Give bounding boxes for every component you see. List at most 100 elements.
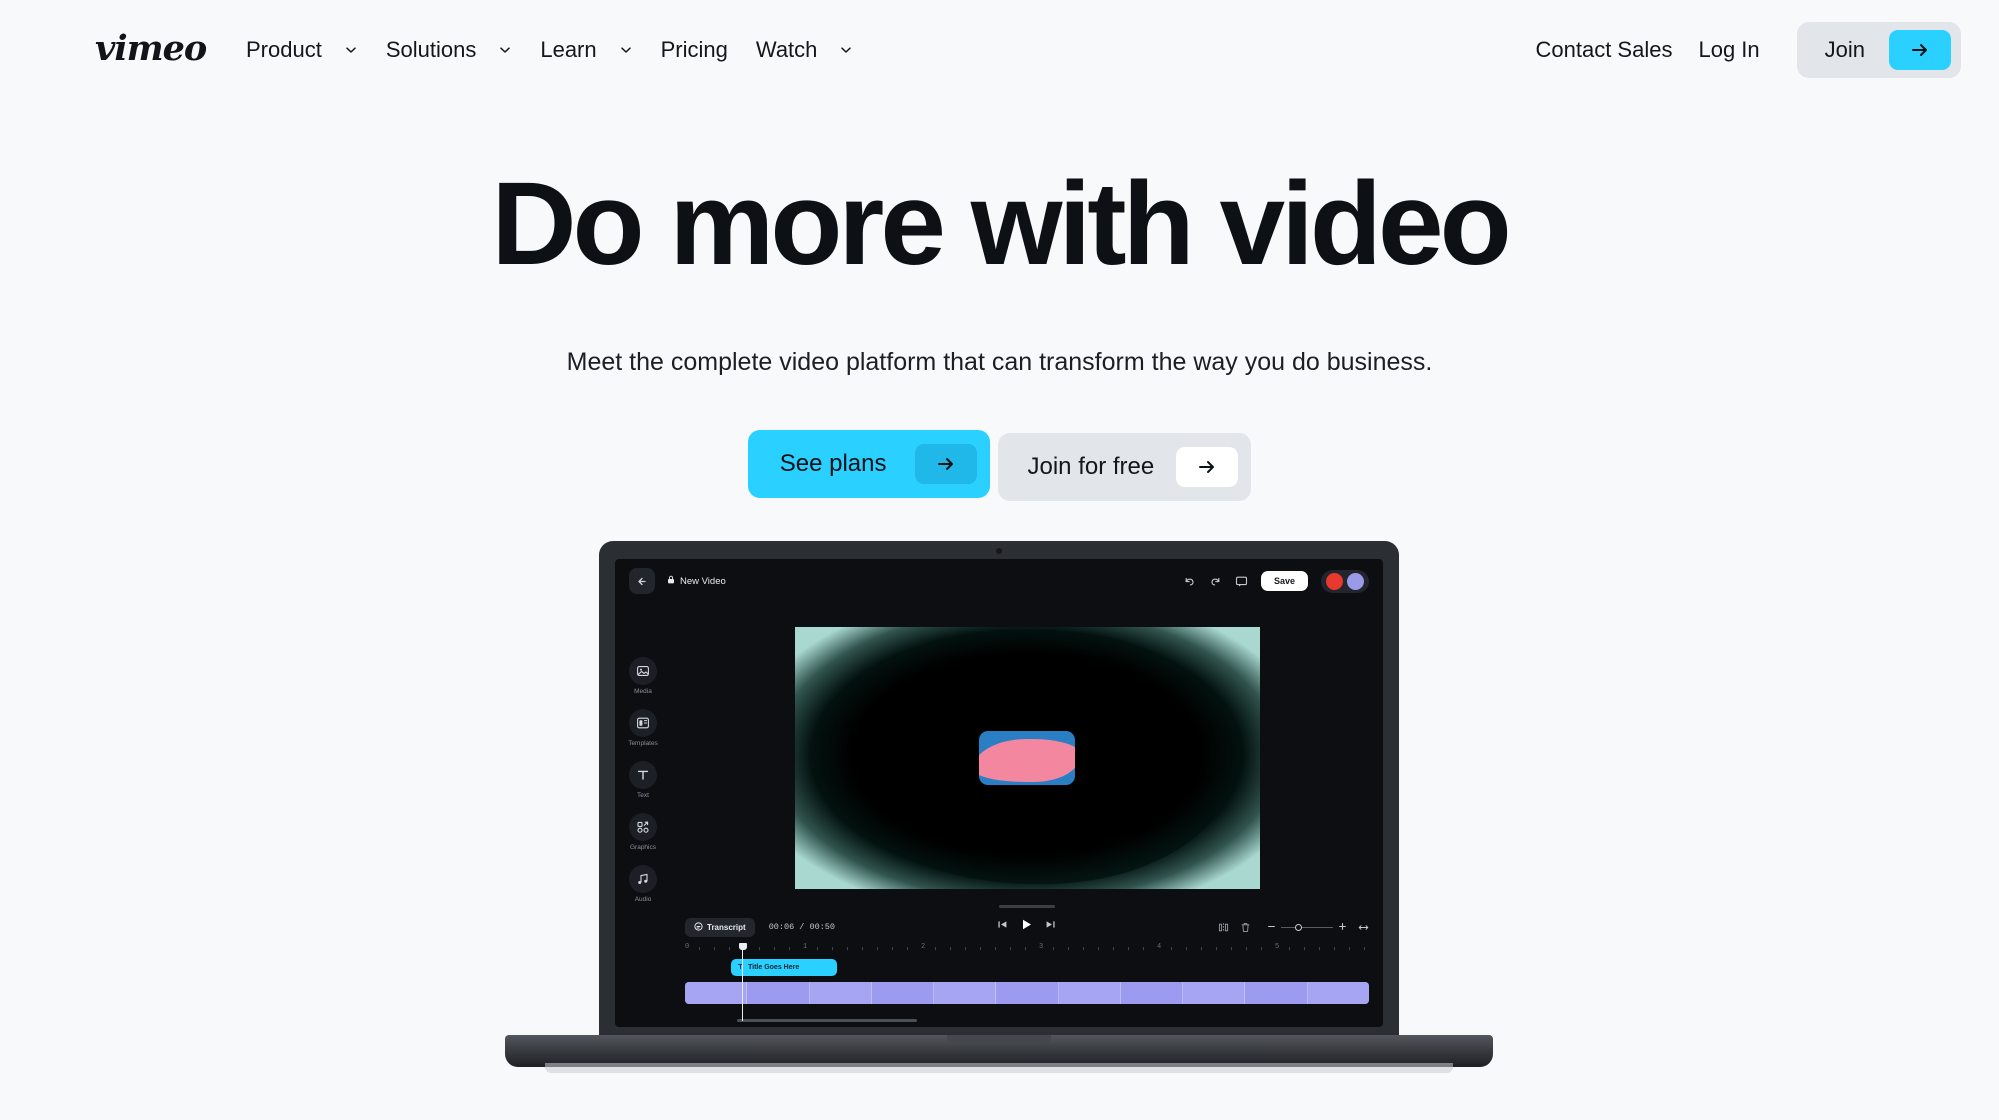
undo-icon[interactable] — [1183, 575, 1196, 588]
tool-audio[interactable]: Audio — [629, 865, 657, 903]
join-button-label: Join — [1824, 37, 1865, 62]
tool-media[interactable]: Media — [629, 657, 657, 695]
zoom-in-icon[interactable] — [1338, 918, 1347, 936]
tool-graphics[interactable]: Graphics — [629, 813, 657, 851]
video-track[interactable] — [685, 982, 1369, 1004]
arrow-right-icon[interactable] — [1889, 30, 1951, 70]
page-title: Do more with video — [491, 158, 1511, 290]
editor-timeline: Transcript 00:06 / 00:50 0 1 2 3 4 5 Tit… — [671, 913, 1383, 1027]
timeline-zoom-slider[interactable] — [1267, 918, 1347, 936]
timeline-scrollbar[interactable] — [737, 1019, 917, 1022]
skip-forward-icon[interactable] — [1045, 919, 1056, 930]
see-plans-label: See plans — [779, 450, 887, 477]
laptop-mockup: New Video Save Media Templates Text Grap… — [0, 541, 1999, 1120]
timeline-toolbar: Transcript 00:06 / 00:50 — [685, 913, 1369, 941]
zoom-slider-knob[interactable] — [1295, 923, 1302, 931]
video-track-segment — [809, 982, 872, 1004]
video-track-segment — [1183, 982, 1246, 1004]
templates-icon — [629, 709, 657, 737]
video-track-segment — [747, 982, 810, 1004]
avatar[interactable] — [1347, 572, 1364, 590]
video-preview[interactable] — [794, 627, 1260, 889]
editor-tool-rail: Media Templates Text Graphics Audio — [615, 603, 671, 1027]
vimeo-logo[interactable]: vimeo — [95, 28, 207, 69]
media-icon — [629, 657, 657, 685]
see-plans-button[interactable]: See plans — [747, 430, 990, 498]
collaborator-avatars[interactable] — [1321, 569, 1369, 593]
nav-item-watch[interactable]: Watch — [742, 37, 868, 63]
arrow-right-icon[interactable] — [1176, 447, 1239, 487]
ruler-mark: 4 — [1157, 943, 1162, 951]
hero-subtitle: Meet the complete video platform that ca… — [566, 348, 1433, 376]
preview-overlay-shape — [979, 738, 1075, 782]
timecode-display: 00:06 / 00:50 — [768, 922, 835, 932]
split-icon[interactable] — [1218, 922, 1229, 933]
audio-icon — [629, 865, 657, 893]
skip-back-icon[interactable] — [997, 919, 1008, 930]
nav-item-product[interactable]: Product — [232, 37, 372, 63]
delete-icon[interactable] — [1240, 922, 1251, 933]
play-icon[interactable] — [1020, 918, 1033, 931]
tool-label: Audio — [634, 896, 652, 903]
tool-label: Media — [634, 688, 652, 695]
save-button[interactable]: Save — [1260, 571, 1308, 591]
playhead-handle[interactable] — [738, 943, 747, 950]
fit-to-width-icon[interactable] — [1358, 922, 1369, 933]
nav-item-learn[interactable]: Learn — [526, 37, 646, 63]
tool-label: Templates — [628, 740, 658, 747]
transcript-icon — [694, 921, 703, 933]
playback-controls — [997, 918, 1056, 931]
chevron-down-icon — [619, 43, 633, 57]
text-clip[interactable]: Title Goes Here — [731, 959, 837, 976]
video-track-segment — [1121, 982, 1184, 1004]
avatar[interactable] — [1326, 572, 1343, 590]
tool-label: Text — [637, 792, 649, 799]
account-navigation: Contact Sales Log In Join — [1523, 0, 1961, 100]
nav-item-pricing[interactable]: Pricing — [647, 37, 742, 63]
tool-text[interactable]: Text — [629, 761, 657, 799]
video-title[interactable]: New Video — [667, 575, 726, 587]
log-in-link[interactable]: Log In — [1685, 37, 1772, 63]
zoom-out-icon[interactable] — [1267, 918, 1276, 936]
zoom-slider-track[interactable] — [1281, 923, 1333, 931]
ruler-mark: 0 — [685, 943, 690, 951]
video-track-segment — [934, 982, 997, 1004]
nav-item-label: Learn — [540, 37, 597, 62]
nav-item-solutions[interactable]: Solutions — [372, 37, 527, 63]
back-button[interactable] — [629, 568, 655, 594]
video-track-segment — [996, 982, 1059, 1004]
video-track-segment — [1245, 982, 1308, 1004]
join-for-free-button[interactable]: Join for free — [997, 433, 1252, 501]
editor-topbar: New Video Save — [615, 559, 1383, 603]
nav-item-label: Watch — [755, 37, 818, 62]
preview-scrub-handle[interactable] — [999, 905, 1055, 908]
timeline-ruler[interactable]: 0 1 2 3 4 5 — [685, 943, 1369, 955]
webcam-dot — [996, 548, 1002, 554]
playhead[interactable] — [738, 943, 747, 1021]
chevron-down-icon — [498, 43, 512, 57]
laptop-lid: New Video Save Media Templates Text Grap… — [599, 541, 1399, 1041]
tool-label: Graphics — [629, 844, 656, 851]
redo-icon[interactable] — [1209, 575, 1222, 588]
ruler-mark: 5 — [1275, 943, 1280, 951]
primary-navigation: Product Solutions Learn Pricing Watch — [232, 0, 867, 100]
video-track-segment — [685, 982, 748, 1004]
site-header: vimeo Product Solutions Learn Pricing Wa… — [0, 0, 1999, 100]
tool-templates[interactable]: Templates — [628, 709, 658, 747]
text-clip-label: Title Goes Here — [748, 964, 800, 971]
arrow-right-icon[interactable] — [914, 444, 977, 484]
comment-icon[interactable] — [1235, 575, 1248, 588]
contact-sales-link[interactable]: Contact Sales — [1523, 37, 1686, 63]
chevron-down-icon — [839, 43, 853, 57]
join-button[interactable]: Join — [1796, 22, 1961, 78]
text-icon — [629, 761, 657, 789]
video-preview-area — [671, 603, 1383, 913]
transcript-label: Transcript — [707, 922, 746, 932]
video-track-segment — [872, 982, 935, 1004]
ruler-mark: 2 — [921, 943, 926, 951]
transcript-button[interactable]: Transcript — [685, 917, 755, 937]
preview-overlay-graphic — [979, 731, 1075, 785]
join-for-free-label: Join for free — [1027, 453, 1155, 480]
video-title-text: New Video — [680, 575, 726, 587]
video-track-segment — [1307, 982, 1369, 1004]
